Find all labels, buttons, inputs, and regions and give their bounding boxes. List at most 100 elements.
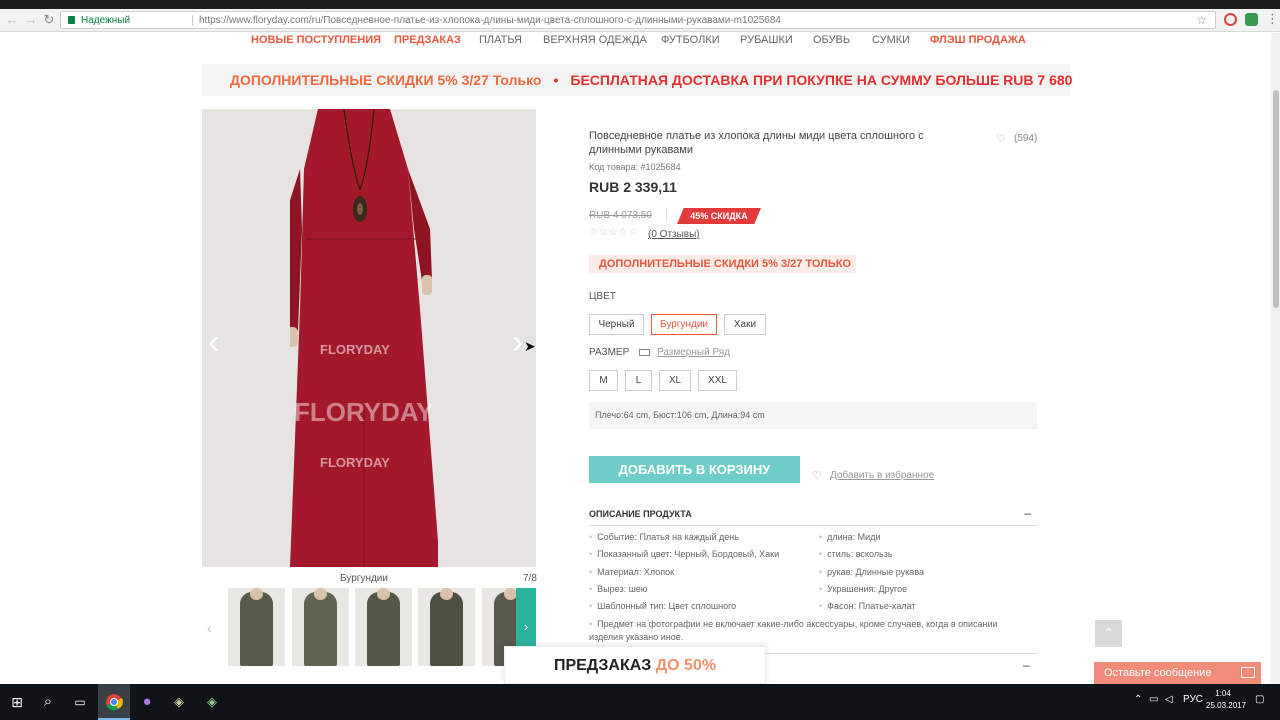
reload-icon[interactable]: ↻ — [42, 12, 56, 28]
clock[interactable]: 1:04 25.03.2017 — [1206, 688, 1247, 712]
thumbnail[interactable] — [418, 588, 475, 666]
spec-item: длина: Миди — [819, 532, 880, 542]
promo-banner[interactable]: ДОПОЛНИТЕЛЬНЫЕ СКИДКИ 5% 3/27 Только • БЕС… — [202, 64, 1073, 96]
nav-new-arrivals[interactable]: НОВЫЕ ПОСТУПЛЕНИЯ — [251, 34, 381, 47]
spec-item: Событие: Платья на каждый день — [589, 532, 739, 542]
old-price: RUB 4 073,50 — [589, 210, 652, 221]
size-option-xxl[interactable]: XXL — [698, 370, 737, 391]
size-option-xl[interactable]: XL — [659, 370, 691, 391]
price-divider — [666, 209, 667, 222]
thumbs-prev-icon[interactable]: ‹ — [207, 620, 212, 636]
volume-icon[interactable]: ◁ — [1165, 694, 1173, 705]
back-icon[interactable]: ← — [5, 12, 19, 28]
mouse-cursor-icon: ➤ — [524, 338, 536, 354]
preorder-label: ПРЕДЗАКАЗ — [553, 657, 652, 674]
clock-date: 25.03.2017 — [1206, 701, 1247, 710]
collapse-icon[interactable]: – — [1024, 506, 1031, 520]
windows-taskbar: ⊞ ⌕ ▭ ● ◈ ◈ ⌃ ▭ ◁ РУС 1:04 25.03.2017 ▢ — [0, 684, 1280, 720]
nav-shoes[interactable]: ОБУВЬ — [813, 34, 850, 47]
color-label: ЦВЕТ — [589, 291, 616, 302]
heart-icon[interactable]: ♡ — [996, 132, 1006, 145]
notifications-icon[interactable]: ▢ — [1255, 694, 1264, 705]
add-to-favorites-link[interactable]: Добавить в избранное — [830, 470, 934, 481]
chrome-taskbar-button[interactable] — [98, 684, 130, 720]
scroll-to-top-icon[interactable]: ⌃ — [1095, 620, 1122, 647]
forward-icon[interactable]: → — [24, 12, 38, 28]
url-text[interactable]: https://www.floryday.com/ru/Повседневное… — [199, 13, 781, 28]
preorder-popup[interactable]: ПРЕДЗАКАЗ ДО 50% — [504, 646, 766, 684]
windows-start-icon[interactable]: ⊞ — [5, 690, 29, 714]
app-icon[interactable]: ◈ — [200, 690, 224, 714]
chat-window-icon[interactable] — [1241, 667, 1255, 678]
browser-toolbar: ← → ↻ Надежный https://www.floryday.com/… — [0, 9, 1280, 32]
watermark: FLORYDAY — [320, 342, 390, 357]
thumbnail[interactable] — [355, 588, 412, 666]
address-bar[interactable]: Надежный https://www.floryday.com/ru/Пов… — [60, 11, 1216, 29]
image-caption: Бургундии — [340, 573, 388, 584]
spec-item: Материал: Хлопок — [589, 567, 674, 577]
wish-count: (594) — [1014, 133, 1038, 144]
search-icon[interactable]: ⌕ — [36, 690, 60, 714]
description-note: • Предмет на фотографии не включает какие… — [589, 619, 998, 642]
color-option-black[interactable]: Черный — [589, 314, 644, 335]
tray-chevron-icon[interactable]: ⌃ — [1134, 694, 1142, 705]
add-to-cart-button[interactable]: ДОБАВИТЬ В КОРЗИНУ — [589, 456, 800, 483]
bookmark-star-icon[interactable]: ☆ — [1196, 12, 1207, 28]
secure-label: Надежный — [81, 15, 131, 26]
watermark: FLORYDAY — [320, 455, 390, 470]
product-main-image[interactable]: FLORYDAY FLORYDAY FLORYDAY ‹ › ➤ — [202, 109, 536, 567]
thumbnail[interactable] — [292, 588, 349, 666]
description-note-text: Предмет на фотографии не включает какие-… — [589, 619, 998, 642]
chat-label: Оставьте сообщение — [1104, 667, 1212, 679]
color-option-khaki[interactable]: Хаки — [724, 314, 766, 335]
thumbnail[interactable] — [228, 588, 285, 666]
address-separator — [192, 15, 193, 26]
watermark: FLORYDAY — [294, 397, 434, 427]
spec-item: Фасон: Платье-халат — [819, 601, 915, 611]
spec-item: рукав: Длинные рукава — [819, 567, 924, 577]
language-indicator[interactable]: РУС — [1183, 694, 1203, 705]
nav-preorder[interactable]: ПРЕДЗАКАЗ — [394, 34, 461, 47]
spec-item: Украшения: Другое — [819, 584, 907, 594]
product-title: Повседневное платье из хлопока длины мид… — [589, 130, 924, 156]
network-icon[interactable]: ▭ — [1149, 694, 1158, 705]
nav-flash-sale[interactable]: ФЛЭШ ПРОДАЖА — [930, 34, 1026, 47]
thumbnail-strip — [228, 588, 536, 666]
size-option-l[interactable]: L — [625, 370, 652, 391]
rating-stars-icon: ☆☆☆☆☆ — [589, 227, 639, 238]
app-icon[interactable]: ◈ — [167, 690, 191, 714]
nav-bags[interactable]: СУМКИ — [872, 34, 910, 47]
task-view-icon[interactable]: ▭ — [68, 690, 92, 714]
viber-icon[interactable]: ● — [135, 690, 159, 714]
color-option-burgundy[interactable]: Бургундии — [651, 314, 717, 335]
lock-icon — [68, 16, 75, 24]
browser-menu-icon[interactable]: ⋮ — [1266, 12, 1279, 26]
banner-shipping-text: БЕСПЛАТНАЯ ДОСТАВКА ПРИ ПОКУПКЕ НА СУММУ… — [570, 72, 1073, 88]
product-code: Код товара: #1025684 — [589, 162, 681, 172]
chrome-icon — [106, 694, 123, 711]
product-price: RUB 2 339,11 — [589, 179, 677, 195]
next-image-arrow-icon[interactable]: › — [512, 325, 523, 359]
collapse-icon[interactable]: – — [1023, 658, 1030, 672]
extension-icon[interactable] — [1224, 13, 1237, 26]
scrollbar-thumb[interactable] — [1273, 90, 1279, 308]
nav-shirts[interactable]: РУБАШКИ — [740, 34, 793, 47]
size-chart-link[interactable]: Размерный Ряд — [657, 347, 730, 358]
prev-image-arrow-icon[interactable]: ‹ — [208, 325, 219, 359]
description-title: ОПИСАНИЕ ПРОДУКТА — [589, 509, 692, 519]
nav-dresses[interactable]: ПЛАТЬЯ — [479, 34, 522, 47]
measurements: Плечо:64 cm, Бюст:106 cm, Длина:94 cm — [589, 402, 1037, 429]
size-option-m[interactable]: M — [589, 370, 618, 391]
extension-icon[interactable] — [1245, 13, 1258, 26]
reviews-link[interactable]: (0 Отзывы) — [648, 229, 700, 240]
nav-tshirts[interactable]: ФУТБОЛКИ — [661, 34, 720, 47]
image-counter: 7/8 — [523, 573, 537, 584]
nav-outerwear[interactable]: ВЕРХНЯЯ ОДЕЖДА — [543, 34, 647, 47]
clock-time: 1:04 — [1215, 689, 1231, 698]
description-header[interactable]: ОПИСАНИЕ ПРОДУКТА – — [589, 503, 1037, 526]
preorder-percent: ДО 50% — [655, 657, 717, 674]
size-label: РАЗМЕР — [589, 347, 630, 358]
spec-item: стиль: вскользь — [819, 549, 892, 559]
chat-widget[interactable]: Оставьте сообщение — [1094, 662, 1261, 684]
favorite-heart-icon[interactable]: ♡ — [812, 469, 822, 482]
